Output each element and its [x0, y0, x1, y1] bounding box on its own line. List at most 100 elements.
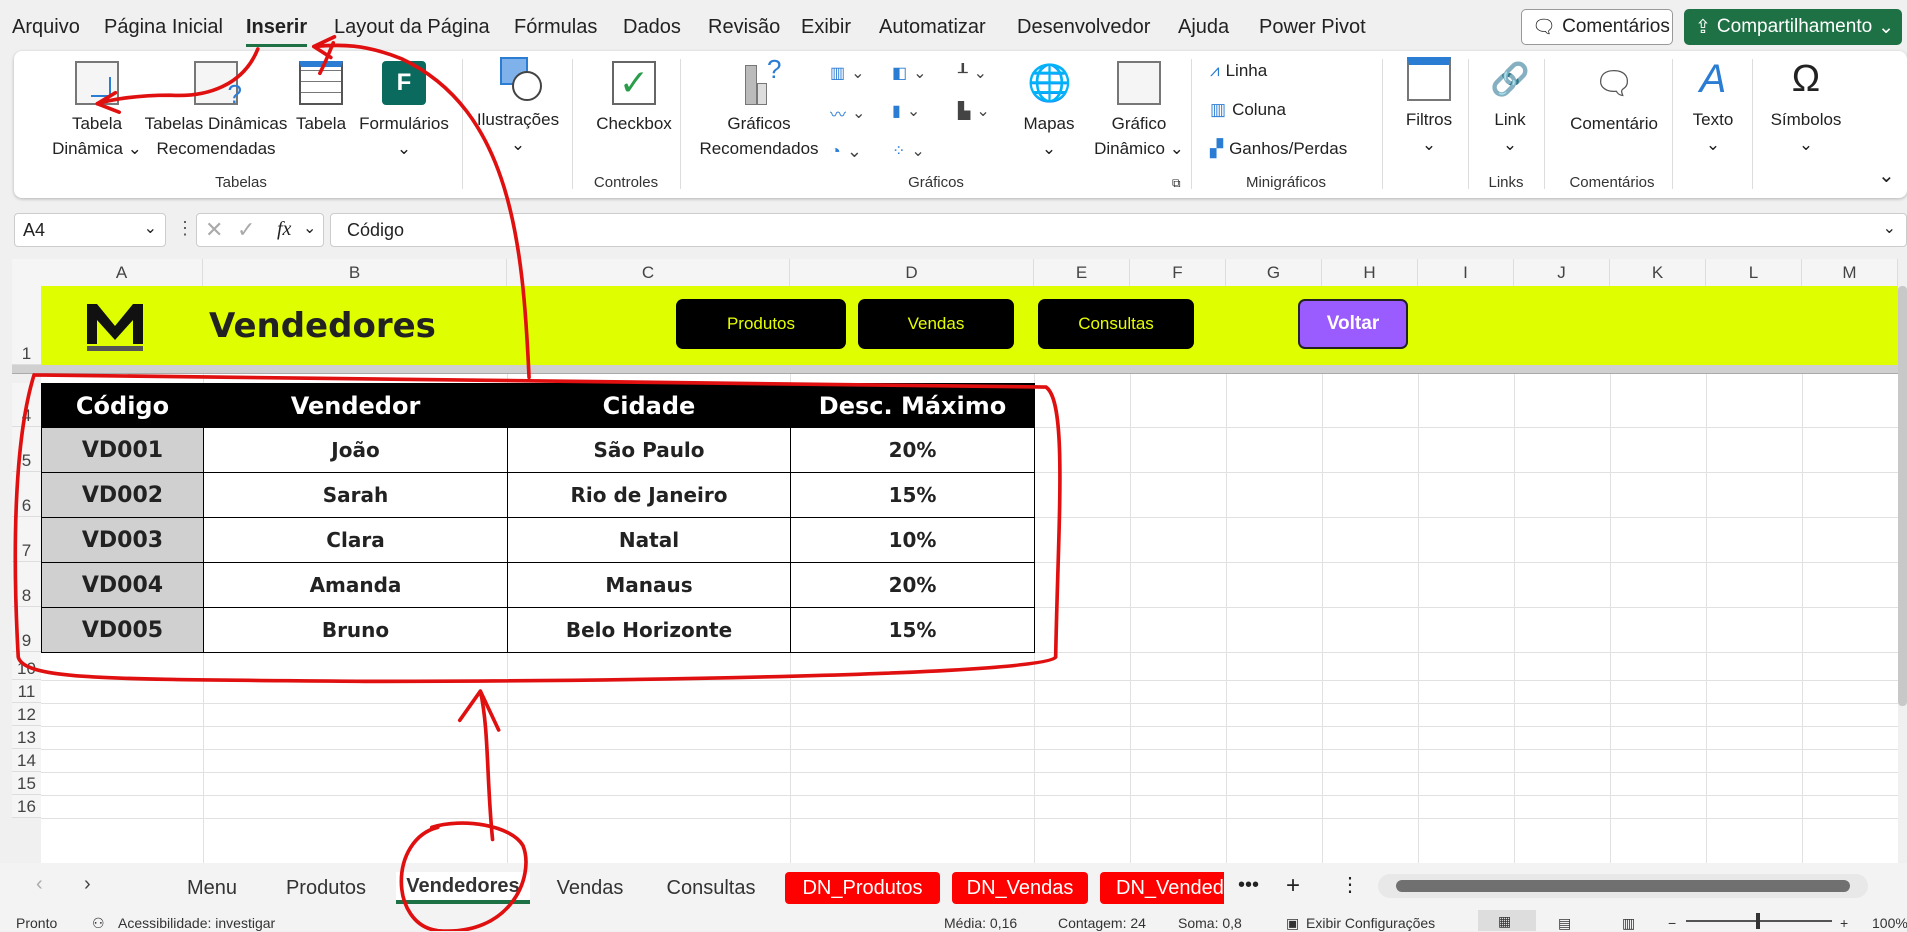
row-header-6[interactable]: 6 — [12, 472, 41, 517]
scroll-left-icon[interactable]: ‹ — [36, 873, 43, 896]
column-header-j[interactable]: J — [1514, 259, 1610, 286]
waterfall-chart-button[interactable]: ┸ ⌄ — [958, 63, 987, 83]
cell-codigo[interactable]: VD003 — [41, 517, 204, 563]
formula-input[interactable]: Código ⌄ — [330, 213, 1907, 247]
tab-power-pivot[interactable]: Power Pivot — [1259, 16, 1366, 39]
illustrations-button[interactable]: Ilustrações ⌄ — [468, 57, 568, 157]
cell-vendedor[interactable]: Amanda — [203, 562, 508, 608]
pivot-chart-button[interactable]: Gráfico Dinâmico ⌄ — [1084, 61, 1194, 161]
cell-codigo[interactable]: VD005 — [41, 607, 204, 653]
vendas-button[interactable]: Vendas — [858, 299, 1014, 349]
header-codigo[interactable]: Código — [41, 383, 204, 428]
cell-cidade[interactable]: Natal — [507, 517, 791, 563]
tab-formulas[interactable]: Fórmulas — [514, 16, 597, 39]
row-header-10[interactable]: 10 — [12, 652, 41, 680]
cell-vendedor[interactable]: Bruno — [203, 607, 508, 653]
comment-button[interactable]: 🗨 Comentário — [1559, 61, 1669, 136]
sheet-tab-consultas[interactable]: Consultas — [650, 872, 772, 904]
cell-vendedor[interactable]: João — [203, 427, 508, 473]
sheet-options-icon[interactable]: ⋮ — [1340, 872, 1360, 897]
produtos-button[interactable]: Produtos — [676, 299, 846, 349]
tab-inserir[interactable]: Inserir — [246, 16, 308, 47]
tab-layout[interactable]: Layout da Página — [334, 16, 490, 39]
zoom-out-icon[interactable]: − — [1668, 915, 1676, 931]
tab-automatizar[interactable]: Automatizar — [879, 16, 986, 39]
cell-vendedor[interactable]: Sarah — [203, 472, 508, 518]
maps-button[interactable]: 🌐 Mapas ⌄ — [1014, 61, 1084, 161]
column-header-h[interactable]: H — [1322, 259, 1418, 286]
sheet-tab-vendedores[interactable]: Vendedores — [396, 872, 530, 904]
enter-icon[interactable]: ✓ — [237, 217, 255, 243]
link-button[interactable]: 🔗 Link ⌄ — [1480, 57, 1540, 157]
forms-button[interactable]: F Formulários ⌄ — [354, 61, 454, 161]
dialog-launcher-icon[interactable]: ⧉ — [1172, 176, 1181, 191]
display-settings-button[interactable]: Exibir Configurações — [1306, 915, 1435, 931]
sparkline-column-button[interactable]: ▥ Coluna — [1210, 100, 1286, 120]
cell-desconto[interactable]: 15% — [790, 472, 1035, 518]
name-box[interactable]: A4 ⌄ — [14, 213, 166, 247]
header-cidade[interactable]: Cidade — [507, 383, 791, 428]
hierarchy-chart-button[interactable]: ◧ ⌄ — [892, 63, 927, 83]
cell-vendedor[interactable]: Clara — [203, 517, 508, 563]
zoom-slider[interactable] — [1686, 913, 1832, 929]
row-header-12[interactable]: 12 — [12, 703, 41, 726]
insert-function-button[interactable]: fx — [277, 218, 291, 241]
tab-desenvolvedor[interactable]: Desenvolvedor — [1017, 16, 1150, 39]
cell-cidade[interactable]: Rio de Janeiro — [507, 472, 791, 518]
row-header-5[interactable]: 5 — [12, 427, 41, 472]
sheet-tab-menu[interactable]: Menu — [170, 872, 254, 904]
tab-revisao[interactable]: Revisão — [708, 16, 780, 39]
column-header-e[interactable]: E — [1034, 259, 1130, 286]
consultas-button[interactable]: Consultas — [1038, 299, 1194, 349]
row-header-14[interactable]: 14 — [12, 749, 41, 772]
cell-desconto[interactable]: 15% — [790, 607, 1035, 653]
tab-dados[interactable]: Dados — [623, 16, 681, 39]
sparkline-winloss-button[interactable]: ▞ Ganhos/Perdas — [1210, 139, 1347, 159]
row-header-16[interactable]: 16 — [12, 795, 41, 818]
row-header-4[interactable]: 4 — [12, 383, 41, 427]
sparkline-line-button[interactable]: ⩘ Linha — [1210, 61, 1267, 81]
sheet-tab-dn-vendas[interactable]: DN_Vendas — [952, 872, 1088, 904]
column-header-g[interactable]: G — [1226, 259, 1322, 286]
cell-desconto[interactable]: 20% — [790, 427, 1035, 473]
row-header-8[interactable]: 8 — [12, 562, 41, 607]
text-button[interactable]: A Texto ⌄ — [1680, 57, 1746, 157]
pie-chart-button[interactable]: ◔ ⌄ — [830, 141, 862, 162]
zoom-level[interactable]: 100% — [1872, 915, 1907, 931]
cell-codigo[interactable]: VD002 — [41, 472, 204, 518]
header-desc-maximo[interactable]: Desc. Máximo — [790, 383, 1035, 428]
table-button[interactable]: Tabela — [291, 61, 351, 136]
accessibility-status[interactable]: Acessibilidade: investigar — [118, 915, 275, 931]
column-header-i[interactable]: I — [1418, 259, 1514, 286]
page-break-view-icon[interactable]: ▥ — [1622, 915, 1635, 932]
share-button[interactable]: ⇪ Compartilhamento ⌄ — [1684, 9, 1902, 45]
scatter-chart-button[interactable]: ⁘ ⌄ — [892, 141, 925, 161]
statistic-chart-button[interactable]: ▮ ⌄ — [892, 101, 920, 121]
tab-pagina-inicial[interactable]: Página Inicial — [104, 16, 223, 39]
tab-arquivo[interactable]: Arquivo — [12, 16, 80, 39]
row-header-1[interactable]: 1 — [12, 286, 41, 365]
tab-exibir[interactable]: Exibir — [801, 16, 851, 39]
checkbox-button[interactable]: ✓ Checkbox — [584, 61, 684, 136]
collapse-ribbon-icon[interactable]: ⌄ — [1878, 163, 1895, 188]
row-header-11[interactable]: 11 — [12, 680, 41, 703]
column-chart-button[interactable]: ▥ ⌄ — [830, 63, 865, 83]
cell-codigo[interactable]: VD004 — [41, 562, 204, 608]
more-sheets-icon[interactable]: ••• — [1238, 874, 1259, 897]
vertical-scrollbar[interactable] — [1898, 286, 1907, 706]
sheet-tab-dn-produtos[interactable]: DN_Produtos — [785, 872, 940, 904]
row-header-7[interactable]: 7 — [12, 517, 41, 562]
cell-desconto[interactable]: 20% — [790, 562, 1035, 608]
column-header-a[interactable]: A — [41, 259, 203, 286]
add-sheet-icon[interactable]: + — [1286, 872, 1300, 900]
header-vendedor[interactable]: Vendedor — [203, 383, 508, 428]
cell-cidade[interactable]: Belo Horizonte — [507, 607, 791, 653]
sheet-tab-produtos[interactable]: Produtos — [266, 872, 386, 904]
symbols-button[interactable]: Ω Símbolos ⌄ — [1760, 57, 1852, 157]
row-header-9[interactable]: 9 — [12, 607, 41, 652]
scroll-right-icon[interactable]: › — [84, 873, 91, 896]
column-header-l[interactable]: L — [1706, 259, 1802, 286]
scrollbar-thumb[interactable] — [1396, 880, 1850, 892]
sheet-tab-dn-vendedores[interactable]: DN_Vendedores — [1100, 872, 1224, 904]
column-header-k[interactable]: K — [1610, 259, 1706, 286]
